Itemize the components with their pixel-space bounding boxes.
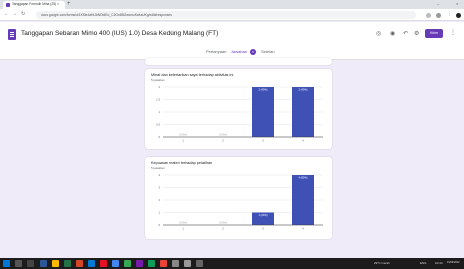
data-label: 0 (0%) [219, 133, 227, 137]
preview-icon[interactable]: ◉ [390, 31, 395, 37]
taskbar: 29°C Cerah ENG 10:44 15/09/2022 [0, 258, 464, 269]
reload-icon[interactable]: ↻ [21, 12, 25, 17]
close-window-button[interactable]: × [456, 1, 458, 6]
data-label: 4 (80%) [298, 176, 307, 180]
data-label: 1 (20%) [258, 213, 267, 217]
data-label: 2 (40%) [258, 88, 267, 92]
back-icon[interactable]: ← [4, 12, 9, 17]
bar-chart: 0 1 2 3 4 0 (0%) 1 0 (0%) 2 1 (20%) 3 4 (80%) 4 [158, 173, 323, 231]
question-card: Kepuasan materi terhadap pelatihan 5 jaw… [145, 157, 332, 239]
browser-tab-title: Tanggapan Formulir Mina (25) × [12, 2, 60, 6]
weather-text[interactable]: 29°C Cerah [374, 261, 390, 265]
bar [252, 87, 274, 137]
app-icon[interactable] [196, 260, 203, 267]
send-button[interactable]: Kirim [425, 29, 443, 38]
y-tick-label: 2 [158, 198, 160, 202]
x-tick-label: 1 [182, 139, 184, 143]
bar-chart: 0 0.5 1 1.5 2 0 (0%) 1 0 (0%) 2 2 (40%) 3 2 (40%) 4 [156, 85, 323, 143]
data-label: 0 (0%) [179, 221, 187, 225]
profile-icon[interactable] [436, 13, 441, 18]
more-options-icon[interactable]: ⋮ [450, 29, 456, 36]
app-icon[interactable] [100, 260, 107, 267]
y-tick-label: 4 [158, 173, 160, 177]
browser-menu-icon[interactable]: ⋮ [447, 12, 452, 17]
undo-icon[interactable]: ↶ [403, 31, 408, 37]
clock-date: 15/09/2022 [447, 261, 460, 264]
y-tick-label: 1 [158, 110, 160, 114]
settings-gear-icon[interactable]: ⚙ [414, 31, 419, 37]
forward-icon[interactable]: → [12, 12, 17, 17]
app-icon[interactable] [124, 260, 131, 267]
browser-tab[interactable]: Tanggapan Formulir Mina (25) × [3, 1, 65, 9]
response-count-badge: 5 [250, 49, 256, 55]
tab-questions[interactable]: Pertanyaan [206, 49, 226, 54]
tab-settings[interactable]: Setelan [261, 49, 275, 54]
url-text: docs.google.com/forms/d/1Kf0e4aHtJbNDt4E… [41, 12, 172, 17]
data-label: 0 (0%) [219, 221, 227, 225]
edge-icon[interactable] [88, 260, 95, 267]
word-icon[interactable] [40, 260, 47, 267]
form-title[interactable]: Tanggapan Sebaran Mimo 400 (IUS) 1.0) De… [21, 30, 218, 37]
palette-icon[interactable]: ◎ [376, 31, 381, 37]
tab-responses[interactable]: Jawaban [231, 49, 247, 54]
browser-tab-bar: Tanggapan Formulir Mina (25) × + – × [0, 0, 464, 9]
previous-card [145, 58, 332, 65]
address-bar[interactable]: docs.google.com/forms/d/1Kf0e4aHtJbNDt4E… [36, 11, 416, 19]
x-tick-label: 4 [302, 139, 304, 143]
y-tick-label: 0 [158, 223, 160, 227]
x-tick-label: 3 [262, 227, 264, 231]
x-tick-label: 2 [222, 139, 224, 143]
app-icon[interactable] [136, 260, 143, 267]
y-tick-label: 2 [158, 85, 160, 89]
chrome-icon[interactable] [112, 260, 119, 267]
response-count: 5 jawaban [151, 78, 165, 82]
y-tick-label: 1.5 [156, 98, 160, 102]
file-explorer-icon[interactable] [52, 260, 59, 267]
data-label: 2 (40%) [298, 88, 307, 92]
x-tick-label: 3 [262, 139, 264, 143]
y-tick-label: 1 [158, 211, 160, 215]
forms-favicon-icon [6, 3, 10, 7]
clock-time[interactable]: 10:44 [435, 261, 443, 265]
extension-icon[interactable] [426, 13, 431, 18]
y-tick-label: 0.5 [156, 123, 160, 127]
app-icon[interactable] [172, 260, 179, 267]
search-icon[interactable] [15, 260, 22, 267]
start-icon[interactable] [3, 260, 10, 267]
user-avatar-icon[interactable] [456, 13, 461, 18]
y-tick-label: 0 [158, 135, 160, 139]
new-tab-button[interactable]: + [67, 1, 71, 7]
response-count: 5 jawaban [151, 166, 165, 170]
powerpoint-icon[interactable] [76, 260, 83, 267]
app-icon[interactable] [160, 260, 167, 267]
star-icon[interactable]: ☆ [169, 29, 175, 37]
question-title: Minat dan ketertarikan saya terhadap akt… [151, 73, 234, 77]
x-tick-label: 2 [222, 227, 224, 231]
app-icon[interactable] [148, 260, 155, 267]
bar [292, 175, 314, 225]
bar [292, 87, 314, 137]
minimize-button[interactable]: – [437, 1, 439, 6]
data-label: 0 (0%) [179, 133, 187, 137]
browser-toolbar: ← → ↻ docs.google.com/forms/d/1Kf0e4aHtJ… [0, 9, 464, 21]
task-view-icon[interactable] [27, 260, 34, 267]
question-card: Minat dan ketertarikan saya terhadap akt… [145, 69, 332, 149]
x-tick-label: 4 [302, 227, 304, 231]
language-indicator[interactable]: ENG [420, 261, 427, 265]
forms-logo-icon[interactable] [8, 29, 16, 40]
excel-icon[interactable] [64, 260, 71, 267]
app-icon[interactable] [184, 260, 191, 267]
forms-header: Tanggapan Sebaran Mimo 400 (IUS) 1.0) De… [0, 22, 464, 60]
x-tick-label: 1 [182, 227, 184, 231]
question-title: Kepuasan materi terhadap pelatihan [151, 161, 213, 165]
y-tick-label: 3 [158, 186, 160, 190]
